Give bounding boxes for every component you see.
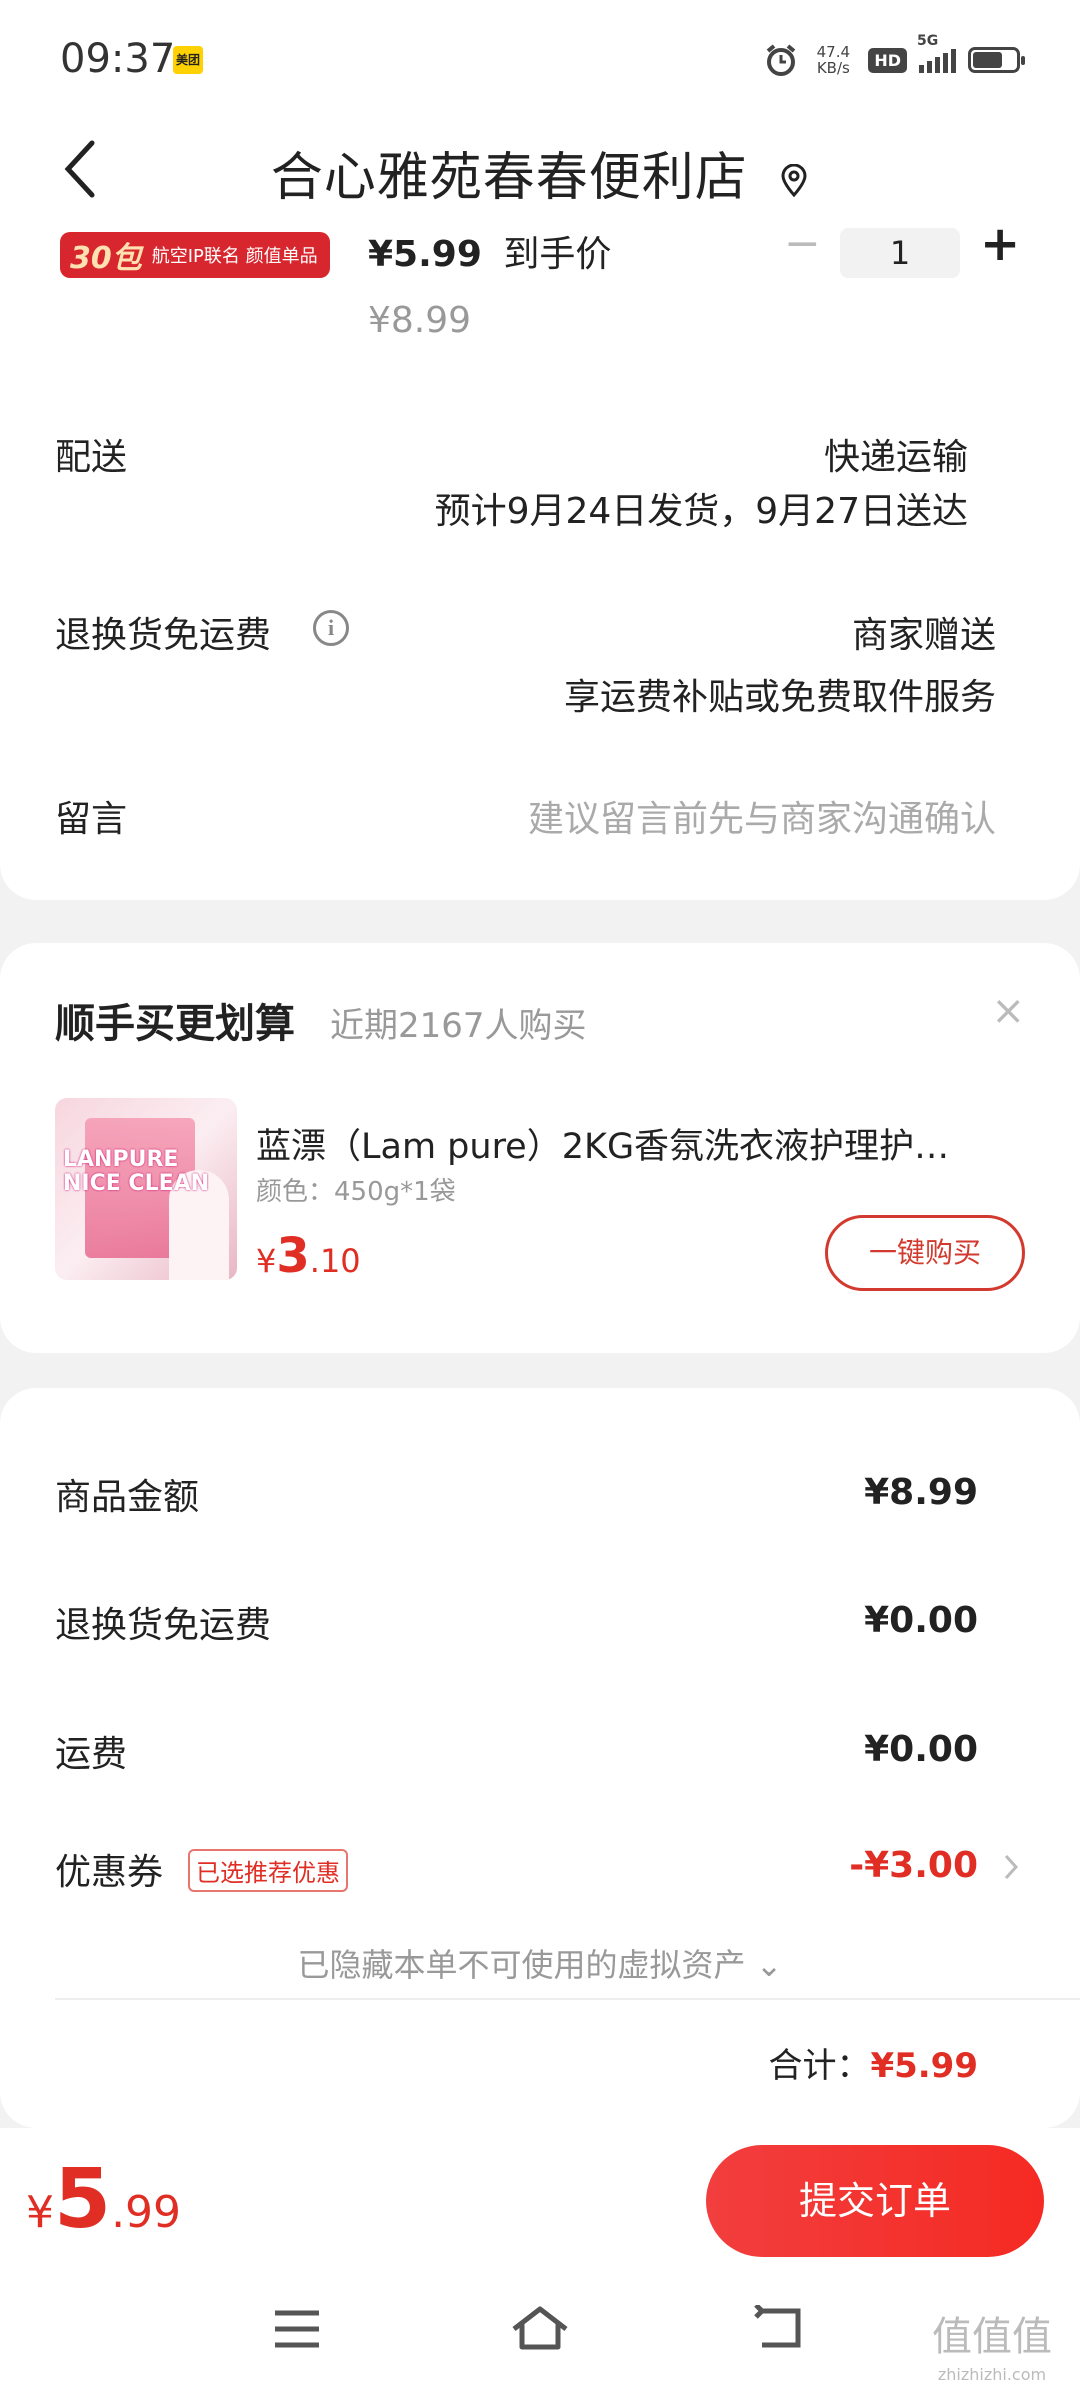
product-badge-text: 航空IP联名 颜值单品 — [151, 246, 318, 267]
chevron-right-icon[interactable] — [1002, 1852, 1020, 1882]
page-title: 合心雅苑春春便利店 — [0, 135, 1080, 210]
coupon-value[interactable]: -¥3.00 — [849, 1845, 978, 1886]
coupon-label: 优惠券 — [55, 1852, 164, 1893]
final-price-label: 到手价 — [503, 234, 612, 275]
bottom-total-price: ¥5.99 — [26, 2152, 181, 2247]
signal-icon: 5G — [917, 33, 956, 73]
message-input[interactable]: 建议留言前先与商家沟通确认 — [528, 790, 996, 842]
upsell-product-image[interactable]: LANPURE NICE CLEAN — [55, 1098, 237, 1280]
coupon-tag: 已选推荐优惠 — [188, 1849, 348, 1892]
store-name: 合心雅苑春春便利店 — [270, 148, 748, 208]
watermark: 值值值 zhizhizhi.com — [932, 2317, 1052, 2394]
final-price-value: ¥5.99 — [368, 234, 482, 275]
return-fee-label: 退换货免运费 — [55, 1605, 272, 1646]
info-icon[interactable]: i — [313, 610, 349, 646]
upsell-price: ¥3.10 — [256, 1228, 361, 1284]
network-type: 5G — [917, 33, 939, 49]
one-click-buy-button[interactable]: 一键购买 — [825, 1215, 1025, 1291]
delivery-schedule: 预计9月24日发货，9月27日送达 — [434, 491, 968, 532]
upsell-price-symbol: ¥ — [256, 1242, 277, 1280]
total-label: 合计： — [768, 2046, 871, 2086]
upsell-thumb-brand: LANPURE NICE CLEAN — [63, 1147, 210, 1196]
total-value: ¥5.99 — [870, 2046, 978, 2086]
delivery-label: 配送 — [55, 437, 128, 478]
goods-amount-value: ¥8.99 — [864, 1472, 978, 1513]
status-icons: 47.4 KB/s HD 5G — [764, 33, 1025, 82]
home-icon[interactable] — [510, 2300, 570, 2365]
net-speed: 47.4 KB/s — [810, 44, 856, 76]
upsell-product-name[interactable]: 蓝漂（Lam pure）2KG香氛洗衣液护理护… — [256, 1118, 1026, 1169]
meituan-notification-icon: 美团 — [173, 46, 203, 74]
alarm-icon — [767, 44, 796, 76]
total-row: 合计：¥5.99 — [768, 2038, 978, 2087]
return-fee-value: ¥0.00 — [864, 1600, 978, 1641]
menu-icon[interactable] — [272, 2300, 322, 2365]
net-speed-value: 47.4 — [816, 43, 851, 61]
page-header: 合心雅苑春春便利店 — [0, 115, 1080, 225]
close-icon[interactable]: × — [991, 988, 1025, 1034]
location-pin-icon[interactable] — [779, 163, 809, 198]
upsell-card: 顺手买更划算 近期2167人购买 × LANPURE NICE CLEAN 蓝漂… — [0, 943, 1080, 1353]
status-time: 09:37 — [60, 36, 176, 82]
product-image[interactable]: 30包 航空IP联名 颜值单品 — [60, 232, 330, 278]
hidden-assets-toggle[interactable]: 已隐藏本单不可使用的虚拟资产 ⌄ — [0, 1940, 1080, 1986]
goods-amount-label: 商品金额 — [55, 1477, 200, 1518]
watermark-sub: zhizhizhi.com — [937, 2365, 1047, 2384]
upsell-price-int: 3 — [276, 1228, 310, 1284]
product-badge-count: 30包 — [70, 241, 142, 276]
upsell-product-spec: 颜色：450g*1袋 — [256, 1177, 456, 1207]
upsell-price-dec: .10 — [309, 1242, 361, 1280]
original-price: ¥8.99 — [368, 300, 472, 341]
shipping-fee-label: 运费 — [55, 1734, 128, 1775]
bottom-price-dec: .99 — [111, 2187, 182, 2238]
battery-icon — [968, 47, 1025, 73]
shipping-fee-value: ¥0.00 — [864, 1729, 978, 1770]
status-bar: 09:37 美团 47.4 KB/s HD 5G — [0, 0, 1080, 115]
back-nav-icon[interactable] — [752, 2300, 806, 2365]
submit-order-button[interactable]: 提交订单 — [706, 2145, 1044, 2257]
return-shipping-label: 退换货免运费 — [55, 615, 272, 656]
watermark-main: 值值值 — [932, 2314, 1052, 2360]
return-shipping-value: 商家赠送 — [851, 615, 996, 656]
final-price: ¥5.99 到手价 — [368, 225, 611, 277]
summary-divider — [55, 1998, 1080, 2000]
bottom-price-symbol: ¥ — [26, 2187, 54, 2238]
quantity-minus-button[interactable]: − — [784, 218, 821, 269]
message-label: 留言 — [55, 799, 128, 840]
net-speed-unit: KB/s — [816, 59, 850, 77]
upsell-subtitle: 近期2167人购买 — [330, 1006, 587, 1046]
bottom-price-int: 5 — [54, 2152, 112, 2247]
delivery-method: 快递运输 — [823, 437, 968, 478]
quantity-input[interactable]: 1 — [840, 228, 960, 278]
return-shipping-desc: 享运费补贴或免费取件服务 — [563, 677, 996, 718]
upsell-title: 顺手买更划算 — [55, 1001, 295, 1047]
hd-icon: HD — [868, 47, 907, 73]
